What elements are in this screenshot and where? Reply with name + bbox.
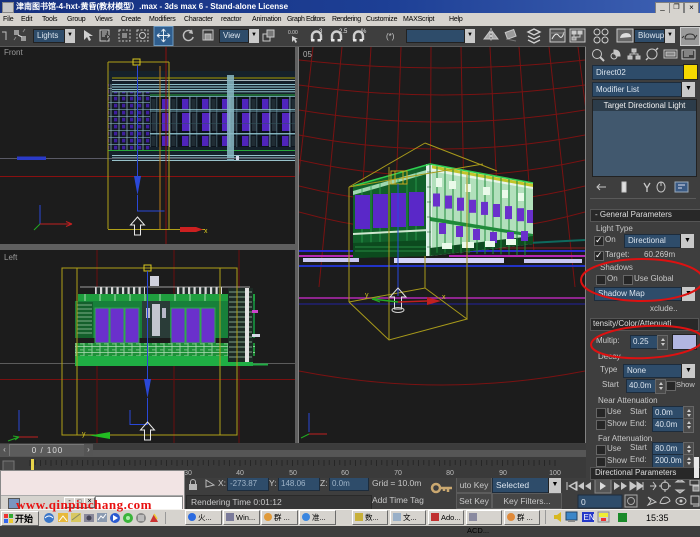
svg-text:Left: Left bbox=[4, 253, 18, 262]
svg-text:0: 0 bbox=[581, 497, 586, 507]
svg-text:100: 100 bbox=[549, 470, 561, 477]
svg-text:60: 60 bbox=[341, 470, 349, 477]
svg-text:Front: Front bbox=[4, 48, 23, 57]
svg-text:2.5: 2.5 bbox=[339, 29, 348, 35]
svg-text:y: y bbox=[365, 292, 369, 299]
svg-text:x: x bbox=[204, 228, 208, 235]
svg-text:50: 50 bbox=[289, 470, 297, 477]
svg-text:15:35: 15:35 bbox=[646, 513, 669, 523]
svg-text:90: 90 bbox=[499, 470, 507, 477]
svg-text:80: 80 bbox=[446, 470, 454, 477]
svg-text:0.00: 0.00 bbox=[288, 30, 298, 36]
svg-text:(*): (*) bbox=[386, 32, 395, 41]
svg-text:EN: EN bbox=[584, 513, 595, 522]
svg-text:70: 70 bbox=[394, 470, 402, 477]
svg-text:05: 05 bbox=[303, 50, 312, 59]
svg-text:x: x bbox=[442, 294, 446, 301]
svg-text:y: y bbox=[82, 431, 86, 438]
svg-text:3: 3 bbox=[319, 29, 323, 35]
svg-text:30: 30 bbox=[184, 470, 192, 477]
svg-text:40: 40 bbox=[236, 470, 244, 477]
svg-text:%: % bbox=[361, 29, 367, 35]
